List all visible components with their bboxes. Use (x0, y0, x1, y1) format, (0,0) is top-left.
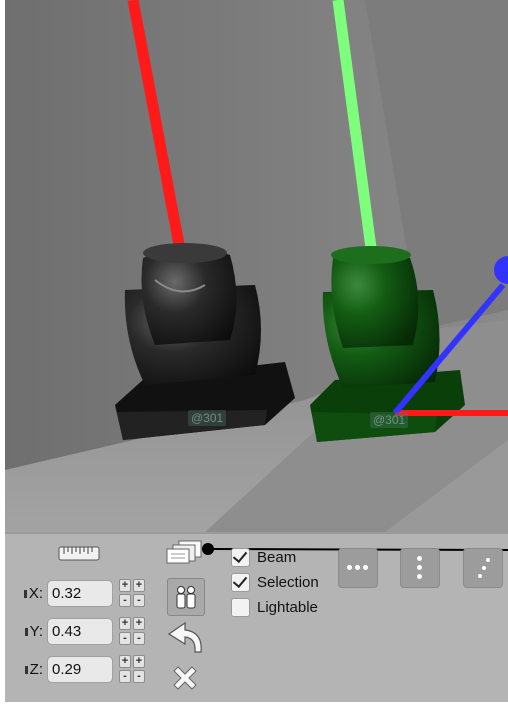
scene-svg (5, 0, 508, 532)
beam-checkbox[interactable] (231, 547, 250, 567)
y-field[interactable]: 0.43 (47, 617, 113, 645)
three-dots-horizontal-icon[interactable] (338, 548, 378, 588)
z-field[interactable]: 0.29 (47, 655, 113, 683)
x-plus-fine-button[interactable]: + (119, 579, 131, 592)
ruler-icon[interactable] (58, 542, 100, 564)
three-dots-diagonal-icon[interactable] (463, 548, 503, 588)
y-plus-fine-button[interactable]: + (119, 617, 131, 630)
x-coordinate-row: X: 0.32 + + - - (5, 578, 145, 608)
lightable-label: Lightable (257, 598, 318, 616)
beam-label: Beam (257, 548, 297, 566)
lightable-option[interactable]: Lightable (231, 596, 318, 618)
x-field[interactable]: 0.32 (47, 579, 113, 607)
3d-viewport[interactable]: @301 @301 (5, 0, 508, 532)
z-stepper: + + - - (119, 655, 145, 683)
y-coordinate-row: Y: 0.43 + + - - (5, 616, 145, 646)
beam-option[interactable]: Beam (231, 546, 296, 568)
selection-option[interactable]: Selection (231, 571, 319, 593)
people-icon[interactable] (167, 578, 205, 616)
y-label: Y: (5, 623, 47, 640)
x-plus-coarse-button[interactable]: + (133, 579, 145, 592)
x-stepper: + + - - (119, 579, 145, 607)
z-minus-coarse-button[interactable]: - (133, 670, 145, 683)
selection-checkbox[interactable] (231, 572, 250, 592)
z-label: Z: (5, 661, 47, 678)
fixture-tag: @301 (188, 410, 227, 426)
x-minus-coarse-button[interactable]: - (133, 594, 145, 607)
y-minus-coarse-button[interactable]: - (133, 632, 145, 645)
y-minus-fine-button[interactable]: - (119, 632, 131, 645)
three-dots-vertical-icon[interactable] (400, 548, 440, 588)
lightable-checkbox[interactable] (231, 597, 250, 617)
fixture-tag: @301 (370, 412, 409, 428)
z-minus-fine-button[interactable]: - (119, 670, 131, 683)
z-coordinate-row: Z: 0.29 + + - - (5, 654, 145, 684)
x-minus-fine-button[interactable]: - (119, 594, 131, 607)
copy-layers-icon[interactable] (165, 538, 205, 566)
z-plus-coarse-button[interactable]: + (133, 655, 145, 668)
properties-panel: X: 0.32 + + - - Y: 0.43 + + - - Z: 0.29 … (5, 532, 508, 702)
delete-x-icon[interactable] (167, 660, 203, 696)
selection-label: Selection (257, 573, 319, 591)
y-plus-coarse-button[interactable]: + (133, 617, 145, 630)
undo-arrow-icon[interactable] (165, 620, 207, 654)
z-plus-fine-button[interactable]: + (119, 655, 131, 668)
x-label: X: (5, 585, 47, 602)
y-stepper: + + - - (119, 617, 145, 645)
